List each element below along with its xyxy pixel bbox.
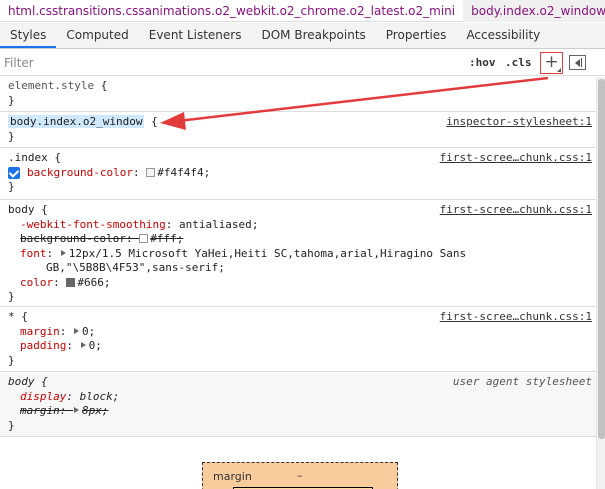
rule-user-agent-body: user agent stylesheet body { display: bl… bbox=[0, 373, 596, 437]
breadcrumb-html[interactable]: html.csstransitions.cssanimations.o2_web… bbox=[0, 0, 463, 22]
declaration-continuation: GB,"\5B8B\4F53",sans-serif; bbox=[46, 261, 225, 274]
margin-value[interactable]: – bbox=[297, 469, 303, 482]
property-name[interactable]: margin bbox=[20, 404, 60, 417]
property-name[interactable]: font bbox=[20, 247, 47, 260]
rule-selector[interactable]: body bbox=[8, 375, 35, 388]
rule-index: first-scree…chunk.css:1 .index { backgro… bbox=[0, 149, 596, 200]
property-value[interactable]: #f4f4f4 bbox=[157, 166, 203, 179]
declaration: display: block; bbox=[20, 389, 120, 403]
brace-open: { bbox=[41, 203, 48, 216]
brace-close: } bbox=[8, 180, 15, 193]
rule-source-label: user agent stylesheet bbox=[452, 375, 592, 388]
property-value[interactable]: 0 bbox=[89, 339, 96, 352]
property-value-cont[interactable]: GB,"\5B8B\4F53",sans-serif bbox=[46, 261, 218, 274]
cls-button[interactable]: .cls bbox=[505, 54, 532, 72]
property-value[interactable]: 12px/1.5 Microsoft YaHei,Heiti SC,tahoma… bbox=[69, 247, 466, 260]
styles-pane: element.style { } inspector-stylesheet:1… bbox=[0, 77, 596, 489]
color-swatch[interactable] bbox=[146, 167, 156, 177]
brace-open: { bbox=[41, 375, 48, 388]
property-name[interactable]: display bbox=[20, 390, 66, 403]
color-swatch[interactable] bbox=[139, 234, 149, 243]
declaration: background-color: #f4f4f4; bbox=[8, 166, 596, 181]
property-value[interactable]: antialiased bbox=[179, 218, 252, 231]
rule-body-index: inspector-stylesheet:1 body.index.o2_win… bbox=[0, 113, 596, 148]
property-value[interactable]: #666 bbox=[77, 276, 104, 289]
brace-close: } bbox=[8, 418, 15, 432]
brace-open: { bbox=[151, 115, 158, 128]
declaration-overridden: margin: 8px; bbox=[20, 404, 109, 417]
property-name[interactable]: background-color bbox=[20, 232, 126, 245]
declaration-overridden: background-color: #fff; bbox=[20, 232, 184, 245]
brace-close: } bbox=[8, 93, 15, 107]
box-model: margin – bbox=[0, 438, 596, 489]
declaration: margin: 0; bbox=[20, 324, 96, 338]
rule-selector[interactable]: * bbox=[8, 310, 15, 323]
expand-arrow-icon[interactable] bbox=[74, 327, 79, 334]
styles-scrollbar[interactable] bbox=[596, 77, 605, 489]
box-model-margin[interactable]: margin – bbox=[202, 462, 398, 489]
brace-close: } bbox=[8, 129, 15, 143]
declaration-checkbox[interactable] bbox=[8, 166, 20, 179]
expand-arrow-icon[interactable] bbox=[80, 342, 86, 348]
new-style-rule-button[interactable]: + bbox=[540, 52, 563, 74]
rule-source-link[interactable]: inspector-stylesheet:1 bbox=[446, 115, 592, 130]
property-name[interactable]: margin bbox=[20, 325, 60, 338]
tab-event-listeners[interactable]: Event Listeners bbox=[139, 23, 252, 48]
property-value[interactable]: #fff bbox=[150, 232, 177, 245]
rule-selector[interactable]: element.style bbox=[8, 79, 94, 92]
tab-accessibility[interactable]: Accessibility bbox=[456, 23, 550, 48]
tab-dom-breakpoints[interactable]: DOM Breakpoints bbox=[251, 23, 375, 48]
rule-selector[interactable]: body.index.o2_window bbox=[8, 115, 145, 128]
tab-computed[interactable]: Computed bbox=[56, 23, 138, 48]
expand-arrow-icon[interactable] bbox=[74, 407, 79, 413]
property-name[interactable]: color bbox=[20, 276, 53, 289]
breadcrumb-body[interactable]: body.index.o2_window bbox=[463, 0, 605, 22]
color-swatch[interactable] bbox=[66, 277, 76, 287]
declaration: padding: 0; bbox=[20, 339, 102, 352]
toggle-sidebar-icon[interactable] bbox=[569, 55, 586, 70]
brace-open: { bbox=[54, 151, 61, 164]
rule-source-link[interactable]: first-scree…chunk.css:1 bbox=[440, 310, 592, 325]
expand-arrow-icon[interactable] bbox=[60, 249, 66, 256]
breadcrumb: html.csstransitions.cssanimations.o2_web… bbox=[0, 0, 605, 22]
rule-body: first-scree…chunk.css:1 body { -webkit-f… bbox=[0, 201, 596, 307]
property-name[interactable]: padding bbox=[20, 339, 66, 352]
rule-universal: first-scree…chunk.css:1 * { margin: 0; p… bbox=[0, 308, 596, 372]
declaration: color: #666; bbox=[20, 275, 111, 289]
rule-selector[interactable]: .index bbox=[8, 151, 48, 164]
filter-bar: :hov .cls + bbox=[0, 50, 605, 76]
rule-source-link[interactable]: first-scree…chunk.css:1 bbox=[440, 203, 592, 218]
rule-selector[interactable]: body bbox=[8, 203, 35, 216]
margin-label: margin bbox=[213, 470, 252, 483]
rule-element-style: element.style { } bbox=[0, 77, 596, 112]
brace-close: } bbox=[8, 290, 15, 303]
filter-input[interactable] bbox=[4, 53, 458, 73]
brace-open: { bbox=[100, 79, 108, 92]
scrollbar-thumb[interactable] bbox=[598, 79, 605, 439]
property-value[interactable]: 8px bbox=[82, 404, 102, 417]
brace-open: { bbox=[21, 310, 28, 323]
tab-styles[interactable]: Styles bbox=[0, 23, 57, 48]
declaration: font: 12px/1.5 Microsoft YaHei,Heiti SC,… bbox=[20, 246, 467, 260]
hov-button[interactable]: :hov bbox=[469, 54, 496, 72]
property-value[interactable]: block bbox=[80, 390, 113, 403]
corner-triangle-icon bbox=[557, 68, 561, 72]
rule-source-link[interactable]: first-scree…chunk.css:1 bbox=[440, 151, 592, 166]
declaration: -webkit-font-smoothing: antialiased; bbox=[20, 217, 259, 231]
tab-properties[interactable]: Properties bbox=[376, 23, 457, 48]
property-name[interactable]: -webkit-font-smoothing bbox=[20, 218, 166, 231]
brace-close: } bbox=[8, 353, 15, 367]
property-name[interactable]: background-color bbox=[27, 166, 133, 179]
sidebar-tabs: Styles Computed Event Listeners DOM Brea… bbox=[0, 23, 605, 49]
property-value[interactable]: 0 bbox=[82, 325, 89, 338]
